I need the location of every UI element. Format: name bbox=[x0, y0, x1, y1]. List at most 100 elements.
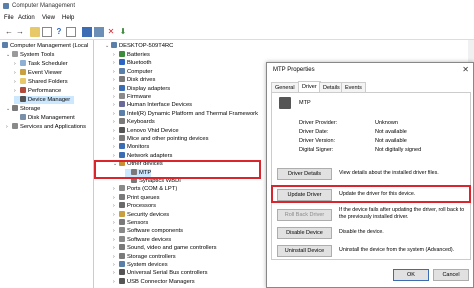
forward-icon[interactable]: → bbox=[15, 27, 25, 37]
device-category-item[interactable]: › Bluetooth bbox=[113, 59, 152, 67]
driver-version-label: Driver Version: bbox=[299, 138, 336, 144]
delete-icon[interactable]: ✕ bbox=[106, 27, 116, 37]
device-category-item[interactable]: › Software devices bbox=[113, 235, 171, 244]
device-category-item[interactable]: › Human Interface Devices bbox=[113, 101, 192, 109]
highlight-update-driver bbox=[271, 185, 471, 203]
device-category-item[interactable]: › Firmware bbox=[113, 93, 151, 101]
roll-back-driver-button[interactable]: Roll Back Driver bbox=[277, 209, 332, 221]
help-icon[interactable]: ? bbox=[54, 27, 64, 37]
tree-item-performance[interactable]: › Performance bbox=[14, 87, 61, 95]
tab-general[interactable]: General bbox=[271, 82, 299, 92]
tab-events[interactable]: Events bbox=[341, 82, 366, 92]
device-category-label: Sound, video and game controllers bbox=[127, 245, 217, 252]
properties-icon[interactable] bbox=[42, 27, 52, 37]
device-category-item[interactable]: › Mice and other pointing devices bbox=[113, 135, 209, 143]
tree-item-services-and-applications[interactable]: › Services and Applications bbox=[6, 123, 86, 131]
menu-help[interactable]: Help bbox=[62, 15, 74, 21]
device-category-item[interactable]: › Security devices bbox=[113, 210, 169, 219]
driver-date-label: Driver Date: bbox=[299, 129, 329, 135]
driver-details-button[interactable]: Driver Details bbox=[277, 168, 332, 180]
device-category-icon bbox=[119, 277, 125, 284]
enable-icon[interactable]: ⬇ bbox=[118, 27, 128, 37]
tree-item-event-viewer[interactable]: › Event Viewer bbox=[14, 69, 62, 77]
uninstall-device-button[interactable]: Uninstall Device bbox=[277, 245, 332, 257]
device-category-item[interactable]: › Network adapters bbox=[113, 151, 173, 160]
menu-bar: File Action View Help bbox=[0, 12, 474, 24]
device-category-item[interactable]: › Sound, video and game controllers bbox=[113, 244, 217, 252]
device-category-icon bbox=[119, 151, 125, 158]
scan-icon[interactable] bbox=[94, 27, 104, 37]
cancel-button[interactable]: Cancel bbox=[433, 269, 469, 281]
computer-management-icon bbox=[3, 3, 9, 9]
device-category-icon bbox=[119, 51, 125, 57]
menu-action[interactable]: Action bbox=[18, 15, 35, 21]
device-category-item[interactable]: › Lenovo Vhid Device bbox=[113, 126, 179, 135]
device-category-label: Mice and other pointing devices bbox=[127, 136, 209, 142]
device-category-icon bbox=[119, 76, 125, 83]
device-category-item[interactable]: › Display adapters bbox=[113, 84, 170, 93]
menu-view[interactable]: View bbox=[42, 15, 55, 21]
device-category-item[interactable]: › Universal Serial Bus controllers bbox=[113, 269, 208, 277]
device-category-item[interactable]: › Storage controllers bbox=[113, 252, 176, 261]
tree-item-task-scheduler[interactable]: › Task Scheduler bbox=[14, 60, 68, 68]
device-category-icon bbox=[119, 126, 125, 133]
tree-item-storage[interactable]: ⌄ Storage bbox=[6, 105, 40, 113]
device-category-item[interactable]: › Intel(R) Dynamic Platform and Thermal F… bbox=[113, 109, 259, 118]
device-category-item[interactable]: › Batteries bbox=[113, 51, 150, 59]
roll-back-driver-desc: If the device fails after updating the d… bbox=[339, 207, 465, 220]
device-category-label: Sensors bbox=[127, 220, 149, 226]
close-icon[interactable]: ✕ bbox=[462, 65, 469, 74]
dialog-title: MTP Properties bbox=[273, 67, 315, 73]
folder-icon bbox=[20, 78, 26, 84]
device-category-item[interactable]: › Computer bbox=[113, 67, 153, 76]
device-category-label: Universal Serial Bus controllers bbox=[127, 270, 208, 277]
device-icon bbox=[279, 97, 291, 109]
device-category-item[interactable]: › Keyboards bbox=[113, 118, 155, 126]
device-category-item[interactable]: › Print queues bbox=[113, 193, 160, 202]
back-icon[interactable]: ← bbox=[4, 27, 14, 37]
device-category-icon bbox=[119, 269, 125, 276]
digital-signer-value: Not digitally signed bbox=[375, 147, 422, 153]
device-category-label: Batteries bbox=[127, 52, 150, 58]
device-category-item[interactable]: › Software components bbox=[113, 227, 183, 235]
tree-item-system-tools[interactable]: ⌄ System Tools bbox=[6, 51, 54, 59]
tab-driver[interactable]: Driver bbox=[298, 81, 321, 92]
tree-item-computer-management[interactable]: Computer Management (Local bbox=[2, 42, 88, 50]
ok-button[interactable]: OK bbox=[393, 269, 429, 281]
up-folder-icon[interactable] bbox=[30, 27, 40, 37]
device-category-item[interactable]: › Ports (COM & LPT) bbox=[113, 185, 177, 193]
device-category-icon bbox=[119, 244, 125, 251]
device-category-icon bbox=[119, 235, 125, 242]
device-category-item[interactable]: › Disk drives bbox=[113, 76, 155, 84]
device-root[interactable]: ⌄ DESKTOP-509T4RC bbox=[105, 42, 173, 50]
device-category-icon bbox=[119, 59, 125, 66]
tree-item-device-manager[interactable]: Device Manager bbox=[14, 96, 75, 104]
disable-device-button[interactable]: Disable Device bbox=[277, 227, 332, 239]
device-category-label: Network adapters bbox=[127, 152, 173, 159]
highlight-other-devices bbox=[94, 160, 261, 179]
device-category-icon bbox=[119, 252, 125, 259]
refresh-icon[interactable] bbox=[66, 27, 76, 37]
device-category-label: Computer bbox=[127, 68, 153, 75]
device-category-label: Firmware bbox=[127, 94, 152, 100]
tree-item-disk-management[interactable]: Disk Management bbox=[14, 114, 75, 122]
device-category-item[interactable]: › USB Connector Managers bbox=[113, 277, 195, 286]
device-category-icon bbox=[119, 202, 125, 209]
computer-icon bbox=[2, 42, 8, 48]
device-category-icon bbox=[119, 93, 125, 99]
device-category-item[interactable]: › System devices bbox=[113, 261, 168, 269]
device-category-label: Intel(R) Dynamic Platform and Thermal Fr… bbox=[127, 110, 259, 117]
device-category-label: Software components bbox=[127, 228, 184, 235]
device-icon[interactable] bbox=[82, 27, 92, 37]
device-category-item[interactable]: › Sensors bbox=[113, 219, 148, 227]
device-category-item[interactable]: › Processors bbox=[113, 202, 156, 210]
tree-item-shared-folders[interactable]: › Shared Folders bbox=[14, 78, 68, 86]
device-category-icon bbox=[119, 135, 125, 141]
device-category-label: USB Connector Managers bbox=[127, 278, 195, 285]
menu-file[interactable]: File bbox=[4, 15, 14, 21]
uninstall-device-desc: Uninstall the device from the system (Ad… bbox=[339, 247, 455, 253]
device-category-label: Print queues bbox=[127, 194, 160, 201]
device-category-icon bbox=[119, 84, 125, 91]
device-category-label: Lenovo Vhid Device bbox=[127, 127, 179, 134]
device-category-item[interactable]: › Monitors bbox=[113, 143, 149, 151]
